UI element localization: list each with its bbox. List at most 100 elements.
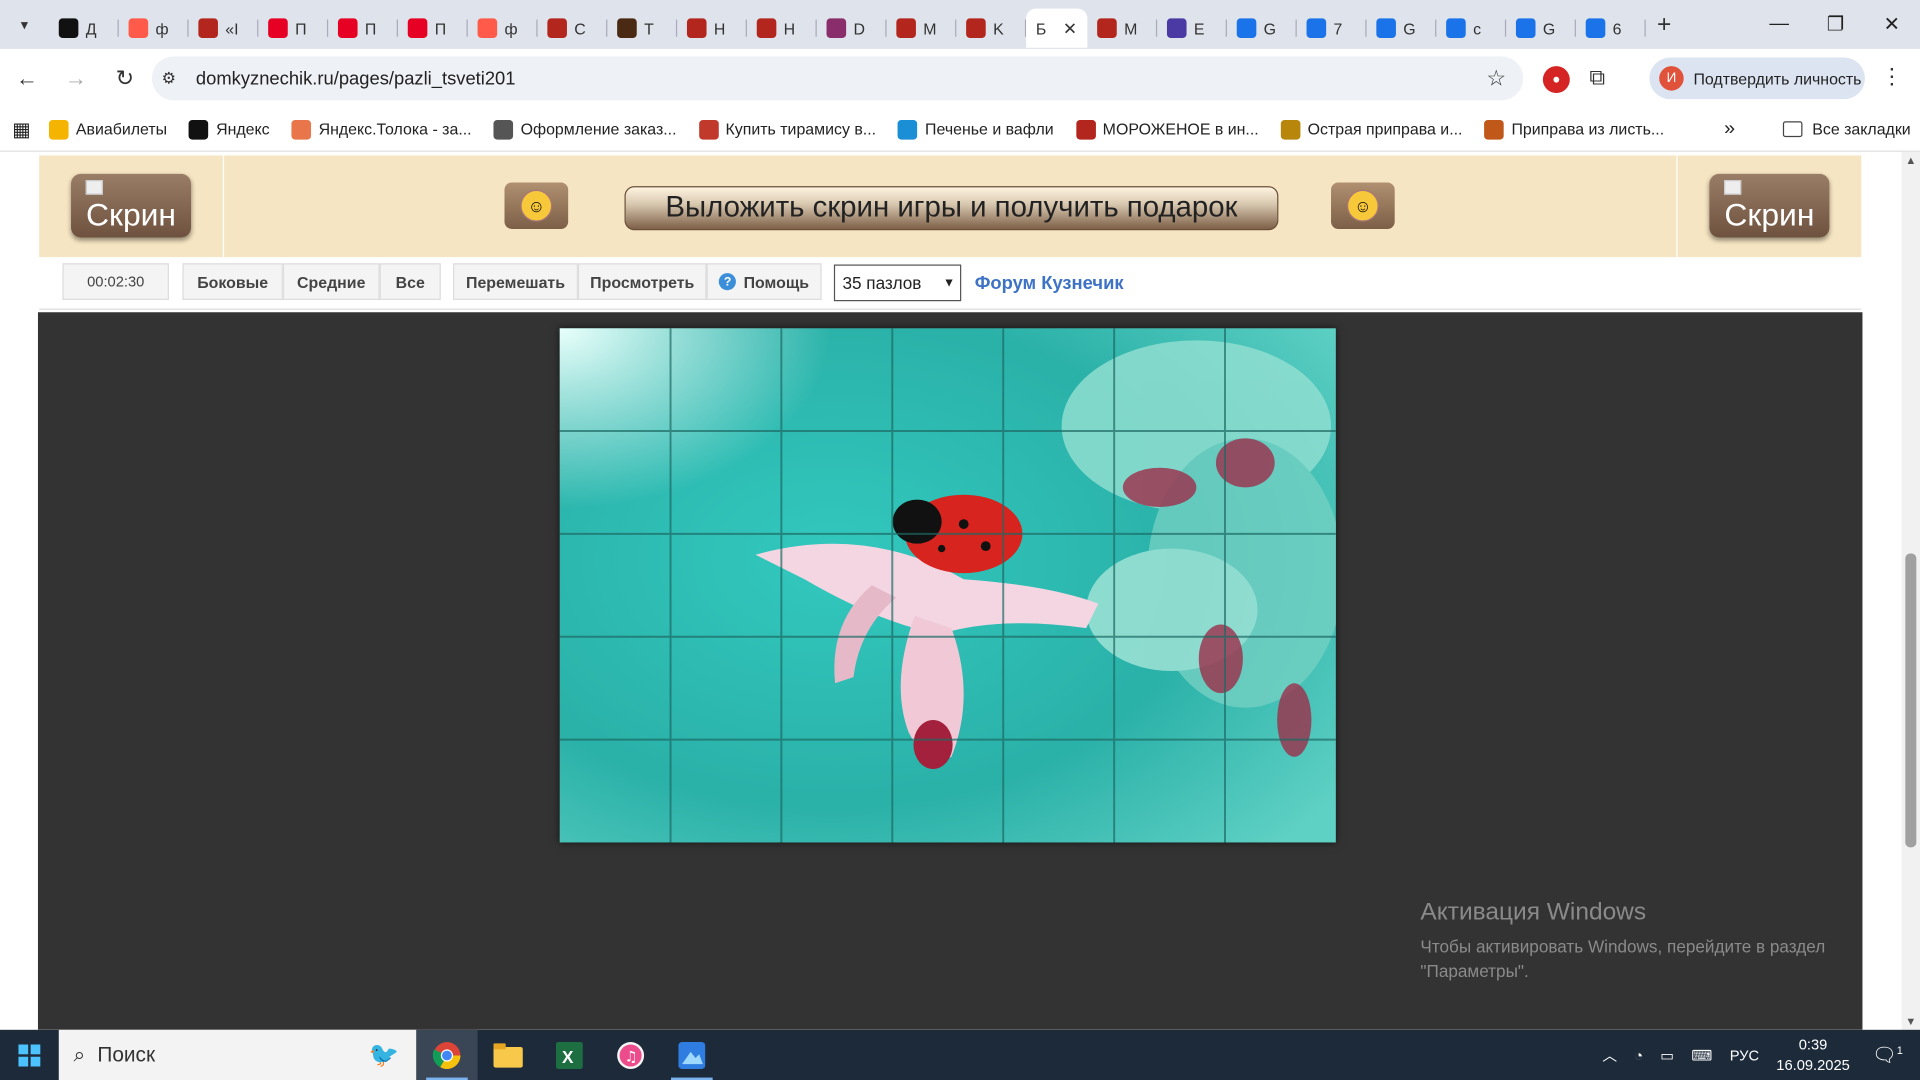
- battery-icon[interactable]: ▭: [1660, 1046, 1674, 1063]
- site2-icon: [547, 18, 567, 38]
- tab-0[interactable]: Д: [49, 9, 119, 48]
- windows-start-icon[interactable]: [0, 1030, 59, 1080]
- preview-button[interactable]: Просмотреть: [577, 263, 707, 301]
- tab-title: П: [364, 18, 377, 38]
- language-indicator[interactable]: РУС: [1730, 1046, 1759, 1063]
- tray-chevron-icon[interactable]: ︿: [1602, 1044, 1617, 1065]
- new-tab-button[interactable]: +: [1646, 10, 1683, 38]
- smile-right-button[interactable]: ☺: [1331, 182, 1395, 229]
- keyboard-icon[interactable]: ⌨: [1691, 1046, 1712, 1063]
- tab-20[interactable]: c: [1436, 9, 1507, 48]
- close-window-icon[interactable]: ✕: [1864, 0, 1920, 49]
- page-scrollbar[interactable]: ▲ ▼: [1901, 151, 1920, 1030]
- yandex-plus-icon: [189, 119, 209, 139]
- middle-pieces-button[interactable]: Средние: [282, 263, 380, 301]
- tab-title: Н: [713, 18, 726, 38]
- tab-5[interactable]: П: [398, 9, 468, 48]
- chrome-taskbar-icon[interactable]: [416, 1029, 478, 1080]
- bookmark-item[interactable]: Оформление заказ...: [493, 119, 677, 139]
- scroll-up-icon[interactable]: ▲: [1905, 154, 1916, 166]
- back-icon[interactable]: ←: [5, 56, 49, 100]
- tab-18[interactable]: 7: [1297, 9, 1367, 48]
- tab-6[interactable]: ф: [468, 9, 538, 48]
- adblock-extension-icon[interactable]: ●: [1542, 66, 1570, 94]
- tab-15[interactable]: М: [1087, 9, 1158, 48]
- bookmark-label: Приправа из листь...: [1511, 120, 1665, 139]
- tab-21[interactable]: G: [1506, 9, 1576, 48]
- bookmark-item[interactable]: Яндекс.Толока - за...: [291, 119, 472, 139]
- tab-9[interactable]: Н: [677, 9, 747, 48]
- tab-4[interactable]: П: [328, 9, 398, 48]
- forward-icon[interactable]: →: [54, 56, 98, 100]
- all-bookmarks-label: Все закладки: [1812, 120, 1911, 139]
- minimize-icon[interactable]: —: [1751, 0, 1807, 49]
- apps-grid-icon[interactable]: ▦: [12, 117, 49, 141]
- tab-1[interactable]: ф: [119, 9, 189, 48]
- tab-3[interactable]: П: [258, 9, 329, 48]
- tab-19[interactable]: G: [1367, 9, 1437, 48]
- profile-button[interactable]: И Подтвердить личность: [1649, 57, 1865, 100]
- wifi-icon[interactable]: ◔: [1634, 1046, 1643, 1063]
- tab-17[interactable]: G: [1227, 9, 1297, 48]
- tab-11[interactable]: D: [817, 9, 887, 48]
- docs-icon: [1376, 18, 1396, 38]
- bookmark-item[interactable]: Яндекс: [189, 119, 270, 139]
- tab-13[interactable]: K: [956, 9, 1027, 48]
- tab-10[interactable]: Н: [747, 9, 817, 48]
- scroll-down-icon[interactable]: ▼: [1905, 1015, 1916, 1027]
- tab-14[interactable]: Б ✕: [1026, 8, 1088, 48]
- bookmark-item[interactable]: Острая приправа и...: [1280, 119, 1462, 139]
- site-info-icon[interactable]: ⚙: [162, 69, 189, 89]
- taskbar-search[interactable]: ⌕ Поиск 🐦: [58, 1029, 417, 1080]
- side-pieces-button[interactable]: Боковые: [182, 263, 283, 301]
- all-bookmarks-button[interactable]: Все закладки: [1782, 120, 1911, 139]
- restore-icon[interactable]: ❐: [1807, 0, 1863, 49]
- help-button[interactable]: ? Помощь: [706, 263, 822, 301]
- tab-title: G: [1263, 18, 1277, 38]
- broken-image-icon: [1724, 180, 1742, 195]
- skrin-left-button[interactable]: Скрин: [71, 173, 192, 238]
- more-bookmarks-icon[interactable]: »: [1724, 118, 1735, 140]
- notifications-icon[interactable]: 🗨1: [1872, 1043, 1903, 1067]
- pieces-count-select[interactable]: 35 пазлов ▼: [833, 264, 962, 302]
- puzzle-board[interactable]: [559, 328, 1336, 843]
- watermark-text: Чтобы активировать Windows, перейдите в …: [1420, 936, 1826, 981]
- post-screenshot-button[interactable]: Выложить скрин игры и получить подарок: [624, 186, 1279, 231]
- bookmark-star-icon[interactable]: ☆: [1486, 66, 1506, 92]
- forum-link[interactable]: Форум Кузнечик: [975, 273, 1124, 294]
- tab-22[interactable]: 6: [1576, 9, 1646, 48]
- tab-7[interactable]: С: [538, 9, 608, 48]
- shuffle-button[interactable]: Перемешать: [453, 263, 578, 301]
- smile-left-button[interactable]: ☺: [504, 182, 569, 229]
- menu-kebab-icon[interactable]: ⋮: [1881, 64, 1903, 90]
- tab-title: G: [1542, 18, 1556, 38]
- bookmark-item[interactable]: Купить тирамису в...: [698, 119, 876, 139]
- scroll-thumb[interactable]: [1905, 553, 1917, 848]
- tab-8[interactable]: Т: [607, 9, 678, 48]
- explorer-taskbar-icon[interactable]: [478, 1030, 539, 1080]
- bookmark-item[interactable]: Печенье и вафли: [898, 119, 1054, 139]
- itunes-taskbar-icon[interactable]: ♫: [600, 1030, 661, 1080]
- tab-12[interactable]: М: [887, 9, 957, 48]
- tab-title: Б: [1035, 18, 1047, 38]
- reload-icon[interactable]: ↻: [103, 56, 147, 100]
- bookmark-item[interactable]: МОРОЖЕНОЕ в ин...: [1075, 119, 1259, 139]
- skrin-right-label: Скрин: [1724, 195, 1815, 233]
- tab-2[interactable]: «I: [189, 9, 259, 48]
- paint-taskbar-icon[interactable]: [661, 1030, 722, 1080]
- all-pieces-button[interactable]: Все: [379, 263, 441, 301]
- tab-16[interactable]: E: [1157, 9, 1227, 48]
- address-bar[interactable]: ⚙ domkyznechik.ru/pages/pazli_tsveti201 …: [151, 56, 1524, 101]
- tab-search-chevron-icon[interactable]: ▾: [0, 0, 49, 49]
- bookmark-item[interactable]: Приправа из листь...: [1484, 119, 1665, 139]
- clock[interactable]: 0:39 16.09.2025: [1776, 1034, 1850, 1076]
- taskbar: ⌕ Поиск 🐦 X ♫ ︿ ◔ ▭ ⌨ РУС 0:39 16.09.202…: [0, 1029, 1920, 1080]
- close-tab-icon[interactable]: ✕: [1063, 18, 1077, 39]
- docs-icon: [1306, 18, 1327, 38]
- extensions-puzzle-icon[interactable]: ⧉: [1589, 65, 1605, 91]
- url-text[interactable]: domkyznechik.ru/pages/pazli_tsveti201: [196, 68, 516, 89]
- bookmark-item[interactable]: Авиабилеты: [48, 119, 167, 139]
- excel-taskbar-icon[interactable]: X: [539, 1030, 600, 1080]
- divider: [222, 155, 225, 258]
- skrin-right-button[interactable]: Скрин: [1709, 173, 1830, 238]
